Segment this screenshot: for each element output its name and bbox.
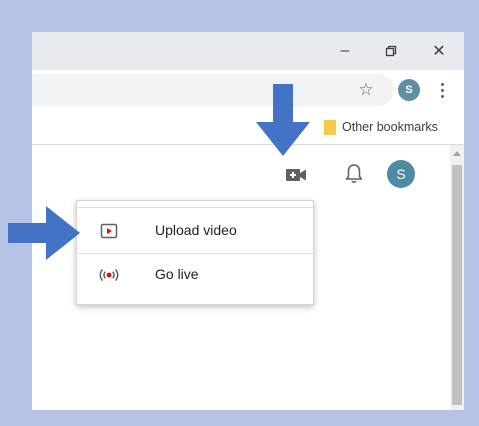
- bookmarks-bar: Other bookmarks: [32, 110, 464, 145]
- other-bookmarks-label: Other bookmarks: [342, 120, 438, 134]
- browser-profile-avatar[interactable]: S: [398, 79, 420, 101]
- page-scrollbar[interactable]: [450, 145, 464, 410]
- upload-video-icon: [97, 221, 121, 241]
- create-video-button[interactable]: [284, 163, 308, 187]
- go-live-item[interactable]: Go live: [77, 253, 313, 297]
- arrow-down-icon: [256, 84, 310, 156]
- browser-menu-icon[interactable]: [430, 78, 454, 102]
- video-camera-plus-icon: [286, 169, 306, 181]
- address-bar-row: ☆ S: [32, 70, 464, 110]
- annotation-frame: – ✕ ☆ S Other bookmarks S Upload video G…: [0, 0, 479, 426]
- close-button[interactable]: ✕: [416, 32, 462, 70]
- upload-video-item[interactable]: Upload video: [77, 209, 313, 253]
- go-live-icon: [97, 265, 121, 285]
- omnibox[interactable]: [32, 74, 394, 106]
- folder-icon: [324, 119, 336, 135]
- go-live-label: Go live: [155, 266, 199, 282]
- scroll-thumb[interactable]: [452, 165, 462, 405]
- restore-button[interactable]: [368, 32, 414, 70]
- other-bookmarks[interactable]: Other bookmarks: [324, 118, 438, 136]
- scroll-up-arrow-icon[interactable]: [453, 151, 461, 156]
- minimize-button[interactable]: –: [322, 32, 368, 70]
- notifications-button[interactable]: [342, 161, 366, 187]
- title-bar: – ✕: [32, 32, 464, 70]
- create-menu: Upload video Go live: [76, 200, 314, 305]
- youtube-page: S Upload video Go live: [32, 145, 464, 410]
- browser-window: – ✕ ☆ S Other bookmarks S Upload video G…: [32, 32, 464, 410]
- bookmark-star-icon[interactable]: ☆: [354, 78, 378, 102]
- menu-divider-top: [77, 207, 313, 208]
- account-avatar[interactable]: S: [387, 160, 415, 188]
- arrow-right-icon: [8, 206, 80, 260]
- upload-video-label: Upload video: [155, 222, 237, 238]
- bell-icon: [345, 164, 363, 184]
- restore-icon: [385, 45, 397, 57]
